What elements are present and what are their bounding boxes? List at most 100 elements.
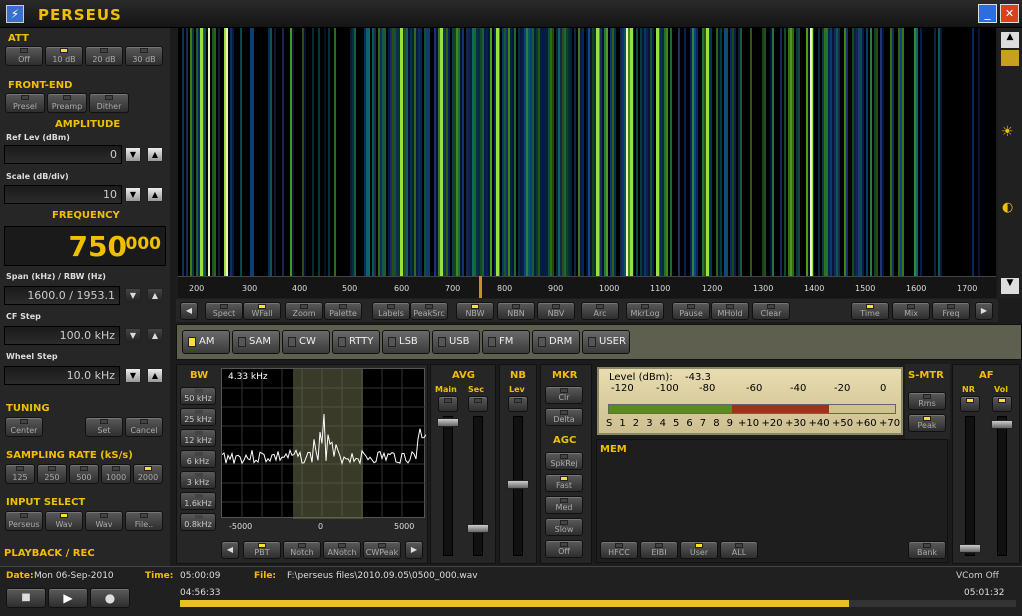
ref-level-down-button[interactable]: ▼ bbox=[125, 147, 141, 162]
toolbar-mhold-button[interactable]: MHold bbox=[711, 302, 749, 320]
agc-slow-button[interactable]: Slow bbox=[545, 518, 583, 536]
agc-fast-button[interactable]: Fast bbox=[545, 474, 583, 492]
toolbar-palette-button[interactable]: Palette bbox=[324, 302, 362, 320]
input-3-button[interactable]: File.. bbox=[125, 511, 163, 531]
bw-cwpeak-button[interactable]: CWPeak bbox=[363, 541, 401, 559]
ref-level-up-button[interactable]: ▲ bbox=[147, 147, 163, 162]
sampling-1-button[interactable]: 250 bbox=[37, 464, 67, 484]
scale-down-button[interactable]: ▼ bbox=[125, 187, 141, 202]
mode-usb-button[interactable]: USB bbox=[432, 330, 480, 354]
att-3-button[interactable]: 30 dB bbox=[125, 46, 163, 66]
avg-sec-slider-knob[interactable] bbox=[467, 524, 489, 533]
cf-step-field[interactable]: 100.0 kHz bbox=[4, 326, 120, 345]
contrast-slider-handle[interactable] bbox=[1001, 50, 1019, 66]
toolbar-labels-button[interactable]: Labels bbox=[372, 302, 410, 320]
close-button[interactable]: ✕ bbox=[1000, 4, 1019, 23]
mem-bank-button[interactable]: Bank bbox=[908, 541, 946, 559]
tuning-0-button[interactable]: Center bbox=[5, 417, 43, 437]
scale-field[interactable]: 10 bbox=[4, 185, 122, 204]
toolbar-freq-button[interactable]: Freq bbox=[932, 302, 970, 320]
mode-drm-button[interactable]: DRM bbox=[532, 330, 580, 354]
mode-sam-button[interactable]: SAM bbox=[232, 330, 280, 354]
agc-spkrej-button[interactable]: SpkRej bbox=[545, 452, 583, 470]
frequency-display[interactable]: 750 000 bbox=[4, 226, 166, 266]
att-1-button[interactable]: 10 dB bbox=[45, 46, 83, 66]
sampling-0-button[interactable]: 125 bbox=[5, 464, 35, 484]
mode-rtty-button[interactable]: RTTY bbox=[332, 330, 380, 354]
bw-5-button[interactable]: 1.6kHz bbox=[180, 492, 216, 510]
tuning-2-button[interactable]: Cancel bbox=[125, 417, 163, 437]
bw-notch-button[interactable]: Notch bbox=[283, 541, 321, 559]
wheel-step-down-button[interactable]: ▼ bbox=[125, 368, 141, 383]
toolbar-mix-button[interactable]: Mix bbox=[892, 302, 930, 320]
tuning-1-button[interactable]: Set bbox=[85, 417, 123, 437]
brightness-icon[interactable]: ☀ bbox=[1001, 124, 1014, 140]
toolbar-clear-button[interactable]: Clear bbox=[752, 302, 790, 320]
toolbar-prev-button[interactable]: ◀ bbox=[180, 302, 198, 320]
nb-slider-knob[interactable] bbox=[507, 480, 529, 489]
att-0-button[interactable]: Off bbox=[5, 46, 43, 66]
minimize-button[interactable]: _ bbox=[978, 4, 997, 23]
frontend-1-button[interactable]: Preamp bbox=[47, 93, 87, 113]
toolbar-spect-button[interactable]: Spect bbox=[205, 302, 243, 320]
ref-level-field[interactable]: 0 bbox=[4, 145, 122, 164]
input-2-button[interactable]: Wav bbox=[85, 511, 123, 531]
bw-pbt-button[interactable]: PBT bbox=[243, 541, 281, 559]
mkr-clr-button[interactable]: Clr bbox=[545, 386, 583, 404]
avg-sec-button[interactable] bbox=[468, 396, 488, 412]
avg-main-slider-knob[interactable] bbox=[437, 418, 459, 427]
mode-fm-button[interactable]: FM bbox=[482, 330, 530, 354]
avg-main-button[interactable] bbox=[438, 396, 458, 412]
sampling-2-button[interactable]: 500 bbox=[69, 464, 99, 484]
input-1-button[interactable]: Wav bbox=[45, 511, 83, 531]
nr-slider-knob[interactable] bbox=[959, 544, 981, 553]
record-button[interactable]: ● bbox=[90, 588, 130, 608]
mode-am-button[interactable]: AM bbox=[182, 330, 230, 354]
nr-button[interactable] bbox=[960, 396, 980, 412]
wheel-step-field[interactable]: 10.0 kHz bbox=[4, 366, 120, 385]
toolbar-arc-button[interactable]: Arc bbox=[581, 302, 619, 320]
play-button[interactable]: ▶ bbox=[48, 588, 88, 608]
agc-off-button[interactable]: Off bbox=[545, 540, 583, 558]
scroll-up-icon[interactable]: ▲ bbox=[1001, 32, 1019, 48]
bw-1-button[interactable]: 25 kHz bbox=[180, 408, 216, 426]
cf-step-down-button[interactable]: ▼ bbox=[125, 328, 141, 343]
toolbar-nbv-button[interactable]: NBV bbox=[537, 302, 575, 320]
cf-step-up-button[interactable]: ▲ bbox=[147, 328, 163, 343]
mem-eibi-button[interactable]: EIBI bbox=[640, 541, 678, 559]
bw-0-button[interactable]: 50 kHz bbox=[180, 387, 216, 405]
mem-user-button[interactable]: User bbox=[680, 541, 718, 559]
frontend-0-button[interactable]: Presel bbox=[5, 93, 45, 113]
bw-next-button[interactable]: ▶ bbox=[405, 541, 423, 559]
smtr-rms-button[interactable]: Rms bbox=[908, 392, 946, 410]
bw-6-button[interactable]: 0.8kHz bbox=[180, 513, 216, 531]
bw-3-button[interactable]: 6 kHz bbox=[180, 450, 216, 468]
bw-prev-button[interactable]: ◀ bbox=[221, 541, 239, 559]
sampling-4-button[interactable]: 2000 bbox=[133, 464, 163, 484]
frontend-2-button[interactable]: Dither bbox=[89, 93, 129, 113]
span-field[interactable]: 1600.0 / 1953.1 bbox=[4, 286, 120, 305]
sampling-3-button[interactable]: 1000 bbox=[101, 464, 131, 484]
toolbar-wfall-button[interactable]: WFall bbox=[243, 302, 281, 320]
toolbar-time-button[interactable]: Time bbox=[851, 302, 889, 320]
tuning-marker[interactable] bbox=[479, 276, 482, 298]
contrast-icon[interactable]: ◐ bbox=[1002, 200, 1013, 215]
mode-lsb-button[interactable]: LSB bbox=[382, 330, 430, 354]
toolbar-peaksrc-button[interactable]: PeakSrc bbox=[410, 302, 448, 320]
span-down-button[interactable]: ▼ bbox=[125, 288, 141, 303]
bw-2-button[interactable]: 12 kHz bbox=[180, 429, 216, 447]
toolbar-next-button[interactable]: ▶ bbox=[975, 302, 993, 320]
mode-cw-button[interactable]: CW bbox=[282, 330, 330, 354]
agc-med-button[interactable]: Med bbox=[545, 496, 583, 514]
mkr-delta-button[interactable]: Delta bbox=[545, 408, 583, 426]
vol-slider-knob[interactable] bbox=[991, 420, 1013, 429]
span-up-button[interactable]: ▲ bbox=[147, 288, 163, 303]
scale-up-button[interactable]: ▲ bbox=[147, 187, 163, 202]
waterfall-display[interactable] bbox=[178, 28, 996, 276]
bw-spectrum[interactable]: 4.33 kHz bbox=[221, 368, 427, 519]
toolbar-zoom-button[interactable]: Zoom bbox=[285, 302, 323, 320]
bw-anotch-button[interactable]: ANotch bbox=[323, 541, 361, 559]
scroll-down-icon[interactable]: ▼ bbox=[1001, 278, 1019, 294]
mem-hfcc-button[interactable]: HFCC bbox=[600, 541, 638, 559]
playback-progress-track[interactable] bbox=[180, 600, 1016, 607]
